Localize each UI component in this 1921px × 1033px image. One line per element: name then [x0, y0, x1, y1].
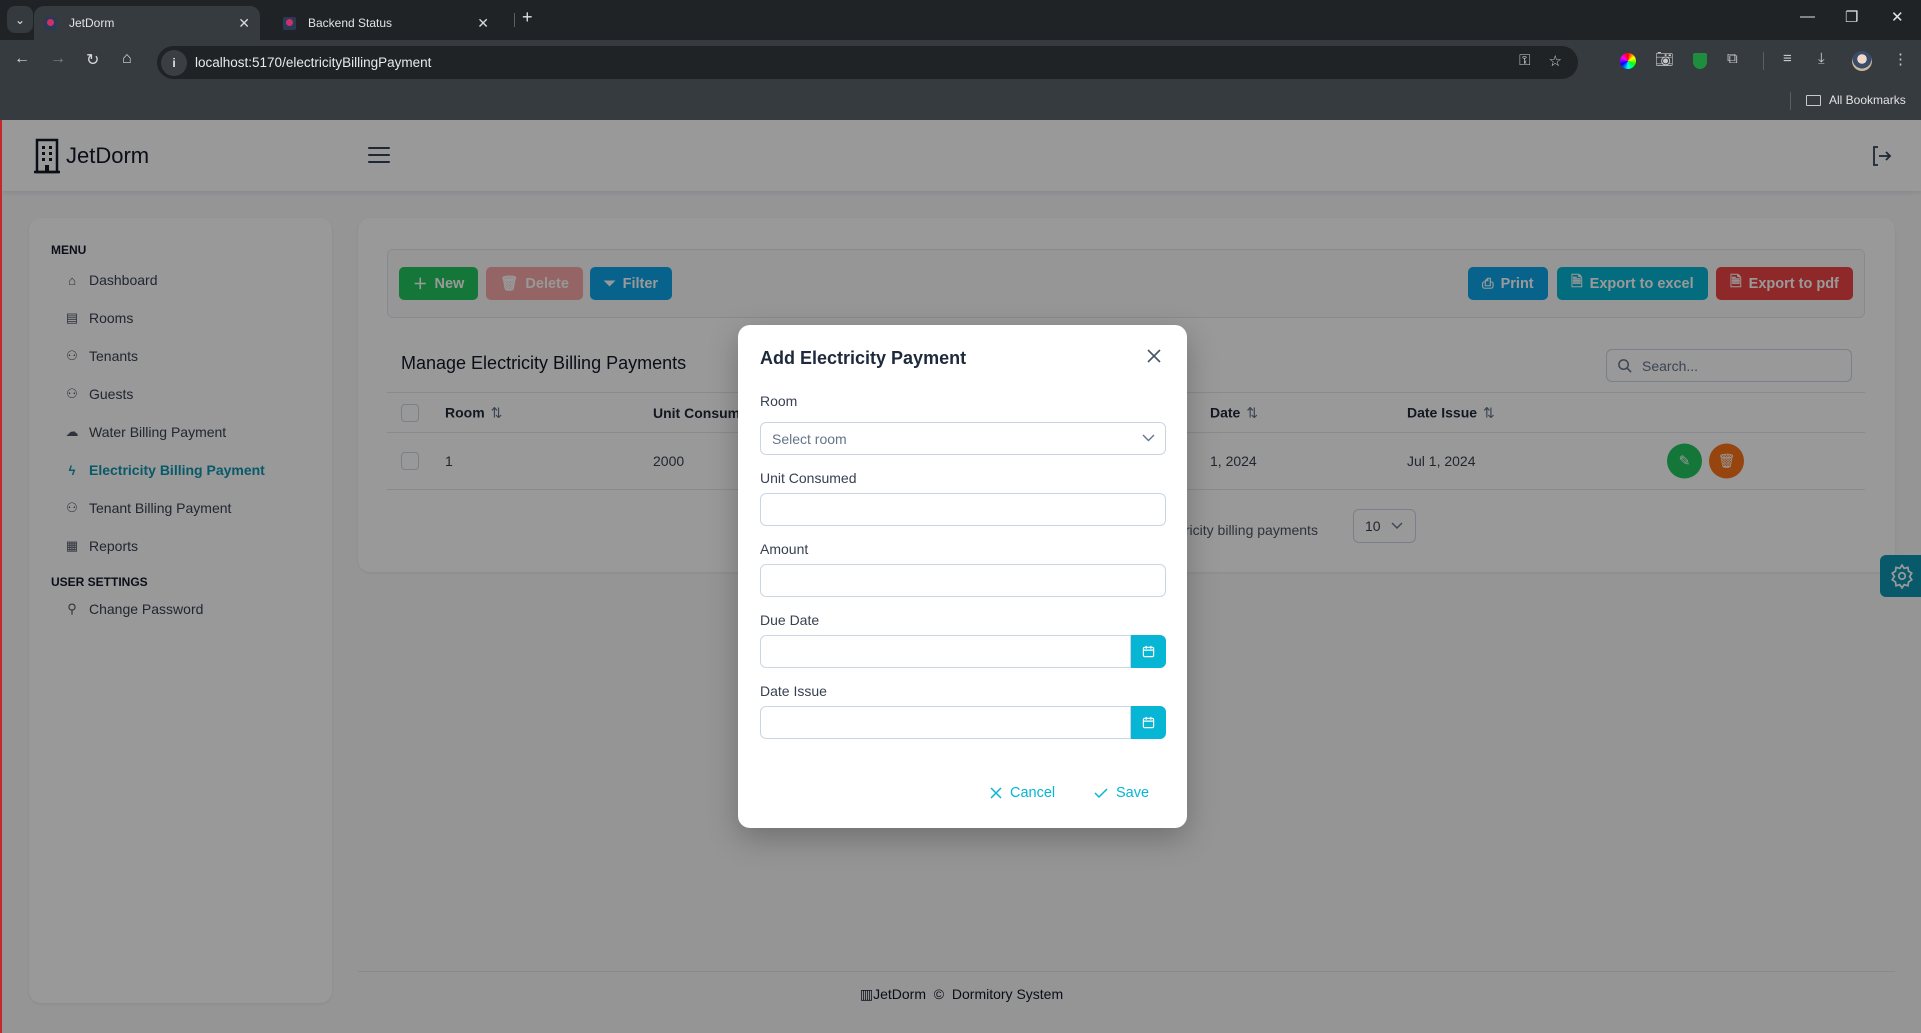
media-control-icon[interactable]: ≡	[1783, 50, 1792, 67]
close-icon	[990, 787, 1002, 799]
extensions-puzzle-icon[interactable]: ⧉	[1727, 50, 1738, 67]
bookmarks-bar: All Bookmarks	[0, 83, 1921, 120]
new-tab-button[interactable]: +	[522, 7, 533, 28]
home-button[interactable]: ⌂	[122, 50, 132, 68]
room-select[interactable]: Select room	[760, 422, 1166, 455]
profile-avatar[interactable]	[1852, 51, 1872, 71]
back-button[interactable]: ←	[14, 50, 30, 68]
date-issue-input[interactable]	[760, 706, 1131, 739]
folder-icon	[1806, 94, 1821, 106]
restore-button[interactable]: ❐	[1845, 8, 1858, 26]
favicon-icon	[283, 16, 296, 30]
calendar-icon	[1142, 716, 1155, 729]
close-tab-icon[interactable]: ✕	[477, 15, 489, 32]
cancel-label: Cancel	[1010, 785, 1056, 801]
reload-button[interactable]: ↻	[86, 50, 99, 70]
url-text[interactable]: localhost:5170/electricityBillingPayment	[195, 55, 431, 70]
browser-tab-backend-status[interactable]: Backend Status ✕	[273, 6, 499, 40]
amount-label: Amount	[760, 541, 809, 557]
room-label: Room	[760, 393, 798, 409]
address-bar[interactable]: i localhost:5170/electricityBillingPayme…	[157, 46, 1578, 79]
close-tab-icon[interactable]: ✕	[238, 15, 250, 32]
chevron-down-icon	[1142, 434, 1155, 442]
due-date-input[interactable]	[760, 635, 1131, 668]
save-button[interactable]: Save	[1094, 785, 1149, 801]
camera-extension-icon[interactable]: 📷︎	[1655, 50, 1674, 68]
bookmark-star-icon[interactable]: ☆	[1549, 52, 1562, 70]
due-date-label: Due Date	[760, 612, 820, 628]
date-issue-calendar-button[interactable]	[1131, 706, 1166, 739]
chevron-down-icon: ⌄	[14, 12, 26, 27]
unit-consumed-input[interactable]	[760, 493, 1166, 526]
close-icon[interactable]	[1147, 349, 1161, 363]
color-picker-extension-icon[interactable]	[1620, 53, 1636, 69]
minimize-button[interactable]: —	[1800, 8, 1815, 25]
toolbar-divider	[1763, 52, 1764, 70]
add-electricity-payment-dialog: Add Electricity Payment Room Select room…	[738, 325, 1187, 828]
browser-tab-bar: ⌄ JetDorm ✕ Backend Status ✕ + — ❐ ✕	[0, 0, 1921, 40]
tab-divider	[514, 13, 515, 27]
favicon-icon	[44, 16, 57, 30]
tab-search-button[interactable]: ⌄	[7, 6, 33, 33]
browser-tab-jetdorm[interactable]: JetDorm ✕	[34, 6, 260, 40]
date-issue-label: Date Issue	[760, 683, 827, 699]
browser-toolbar: ← → ↻ ⌂ i localhost:5170/electricityBill…	[0, 40, 1921, 83]
password-key-icon[interactable]: ⚿	[1519, 52, 1530, 70]
check-icon	[1094, 788, 1108, 799]
room-select-placeholder: Select room	[772, 430, 847, 447]
shield-extension-icon[interactable]	[1693, 53, 1707, 69]
calendar-icon	[1142, 645, 1155, 658]
save-label: Save	[1116, 785, 1150, 801]
site-info-icon[interactable]: i	[161, 49, 187, 76]
browser-menu-icon[interactable]: ⋮	[1893, 50, 1908, 68]
unit-consumed-label: Unit Consumed	[760, 470, 857, 486]
due-date-calendar-button[interactable]	[1131, 635, 1166, 668]
amount-input[interactable]	[760, 564, 1166, 597]
all-bookmarks-label: All Bookmarks	[1829, 93, 1906, 107]
forward-button[interactable]: →	[50, 50, 66, 68]
tab-title: Backend Status	[308, 16, 393, 30]
app-viewport: JetDorm MENU ⌂ Dashboard ▤ Rooms ⚇ Tenants …	[0, 120, 1921, 1033]
bookmarks-divider	[1790, 92, 1791, 110]
tab-title: JetDorm	[69, 16, 115, 30]
download-icon[interactable]: ⤓	[1818, 50, 1825, 67]
window-close-button[interactable]: ✕	[1891, 8, 1904, 26]
dialog-title: Add Electricity Payment	[760, 348, 967, 368]
cancel-button[interactable]: Cancel	[990, 785, 1055, 801]
all-bookmarks-button[interactable]: All Bookmarks	[1806, 93, 1906, 107]
